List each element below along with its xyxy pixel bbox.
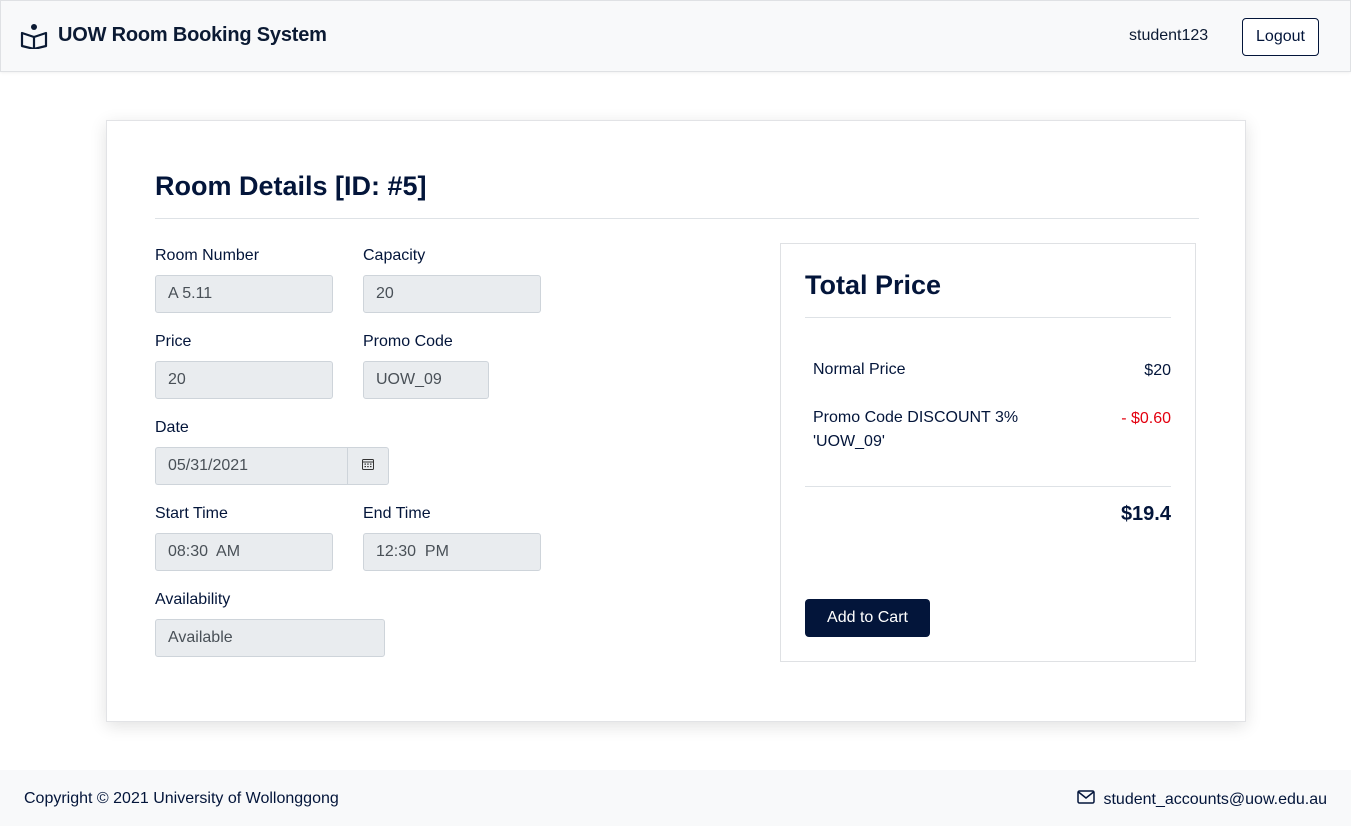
brand[interactable]: UOW Room Booking System <box>20 21 327 49</box>
capacity-field[interactable]: 20 <box>363 275 541 313</box>
username-label: student123 <box>1129 27 1209 44</box>
total-price-title: Total Price <box>805 270 942 300</box>
envelope-icon <box>1077 790 1096 809</box>
copyright-text: Copyright © 2021 University of Wollonggo… <box>24 790 339 807</box>
start-time-label: Start Time <box>155 505 228 522</box>
room-number-field[interactable]: A 5.11 <box>155 275 333 313</box>
email-link[interactable]: student_accounts@uow.edu.au <box>1103 791 1327 809</box>
navbar: UOW Room Booking System student123 Logou… <box>0 0 1351 72</box>
discount-value: - $0.60 <box>1121 410 1171 427</box>
promo-code-field[interactable]: UOW_09 <box>363 361 489 399</box>
availability-field[interactable]: Available <box>155 619 385 657</box>
footer: Copyright © 2021 University of Wollonggo… <box>0 770 1351 826</box>
end-time-label: End Time <box>363 505 431 522</box>
open-book-icon <box>20 21 48 49</box>
price-label: Price <box>155 333 192 350</box>
capacity-label: Capacity <box>363 247 426 264</box>
date-field[interactable]: 05/31/2021 <box>155 447 348 485</box>
calendar-button[interactable] <box>347 447 389 485</box>
total-divider <box>805 486 1171 487</box>
title-divider <box>155 218 1199 219</box>
discount-label: Promo Code DISCOUNT 3% 'UOW_09' <box>813 406 1018 454</box>
brand-title: UOW Room Booking System <box>58 23 327 46</box>
room-number-label: Room Number <box>155 247 260 264</box>
start-time-field[interactable]: 08:30 AM <box>155 533 333 571</box>
normal-price-label: Normal Price <box>813 361 906 378</box>
calendar-icon <box>362 457 375 475</box>
date-picker: 05/31/2021 <box>155 447 389 485</box>
page-title: Room Details [ID: #5] <box>155 171 427 201</box>
discount-label-line2: 'UOW_09' <box>813 433 885 450</box>
normal-price-value: $20 <box>1144 362 1171 379</box>
add-to-cart-button[interactable]: Add to Cart <box>805 599 930 637</box>
availability-label: Availability <box>155 591 231 608</box>
total-price-value: $19.4 <box>1120 503 1171 525</box>
price-title-divider <box>805 317 1171 318</box>
logout-button[interactable]: Logout <box>1242 18 1319 56</box>
discount-label-line1: Promo Code DISCOUNT 3% <box>813 409 1019 426</box>
date-label: Date <box>155 419 189 436</box>
total-price-panel: Total Price Normal Price $20 Promo Code … <box>780 243 1196 662</box>
promo-code-label: Promo Code <box>363 333 453 350</box>
contact-email[interactable]: student_accounts@uow.edu.au <box>1077 790 1327 809</box>
room-details-card: Room Details [ID: #5] Room Number A 5.11… <box>106 120 1246 722</box>
end-time-field[interactable]: 12:30 PM <box>363 533 541 571</box>
price-field[interactable]: 20 <box>155 361 333 399</box>
